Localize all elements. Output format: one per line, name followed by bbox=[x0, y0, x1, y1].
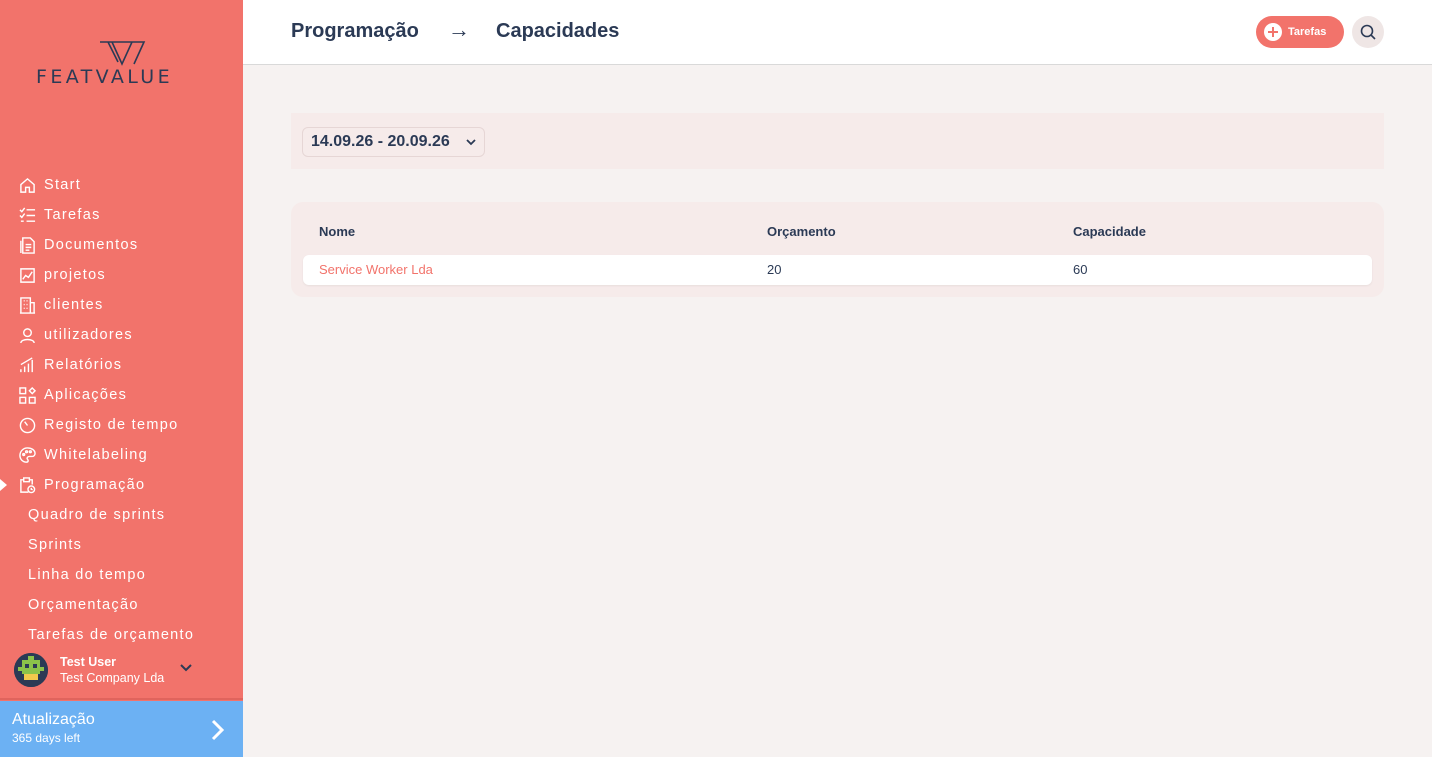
sidebar-item-label: Tarefas bbox=[44, 207, 101, 223]
avatar bbox=[14, 653, 48, 687]
upgrade-banner[interactable]: Atualização 365 days left bbox=[0, 701, 243, 757]
sidebar-item-projetos[interactable]: projetos bbox=[0, 260, 243, 290]
divider bbox=[0, 698, 243, 700]
sidebar-item-label: Aplicações bbox=[44, 387, 128, 403]
date-range-select[interactable]: 14.09.26 - 20.09.26 bbox=[302, 127, 485, 157]
featvalue-logo[interactable]: FEATVALUE bbox=[36, 40, 211, 90]
sidebar-subitem-quadro-de-sprints[interactable]: Quadro de sprints bbox=[0, 500, 243, 530]
sidebar-item-start[interactable]: Start bbox=[0, 170, 243, 200]
sidebar-subitem-linha-do-tempo[interactable]: Linha do tempo bbox=[0, 560, 243, 590]
user-icon bbox=[18, 326, 36, 344]
sidebar-item-label: utilizadores bbox=[44, 327, 133, 343]
palette-icon bbox=[18, 446, 36, 464]
logo-mark-icon bbox=[100, 41, 146, 66]
breadcrumb-programacao[interactable]: Programação bbox=[291, 20, 419, 43]
projects-chart-icon bbox=[18, 266, 36, 284]
task-list-icon bbox=[18, 206, 36, 224]
reports-bars-icon bbox=[18, 356, 36, 374]
sidebar-item-relatorios[interactable]: Relatórios bbox=[0, 350, 243, 380]
building-icon bbox=[18, 296, 36, 314]
pixel-avatar-icon bbox=[14, 653, 48, 687]
column-header-nome[interactable]: Nome bbox=[319, 224, 355, 239]
search-button[interactable] bbox=[1352, 16, 1384, 48]
sidebar-item-clientes[interactable]: clientes bbox=[0, 290, 243, 320]
search-icon bbox=[1360, 24, 1376, 40]
column-header-orcamento[interactable]: Orçamento bbox=[767, 224, 836, 239]
sidebar-item-aplicacoes[interactable]: Aplicações bbox=[0, 380, 243, 410]
sidebar-subitem-tarefas-de-orcamento[interactable]: Tarefas de orçamento bbox=[0, 620, 243, 650]
breadcrumb-arrow: → bbox=[448, 17, 470, 42]
user-name: Test User bbox=[60, 655, 117, 669]
user-company: Test Company Lda bbox=[60, 671, 165, 685]
home-icon bbox=[18, 176, 36, 194]
row-budget: 20 bbox=[767, 262, 782, 277]
sidebar-item-tarefas[interactable]: Tarefas bbox=[0, 200, 243, 230]
upgrade-title: Atualização bbox=[12, 711, 95, 728]
capacities-table: Nome Orçamento Capacidade Service Worker… bbox=[291, 202, 1384, 297]
sidebar-item-whitelabeling[interactable]: Whitelabeling bbox=[0, 440, 243, 470]
sidebar-item-label: Relatórios bbox=[44, 357, 123, 373]
chevron-right-icon bbox=[211, 719, 225, 741]
row-capacity: 60 bbox=[1073, 262, 1088, 277]
sidebar-item-label: projetos bbox=[44, 267, 106, 283]
sidebar-nav: Start Tarefas Documentos projetos client… bbox=[0, 170, 243, 650]
sidebar-subitem-orcamentacao[interactable]: Orçamentação bbox=[0, 590, 243, 620]
top-header: Programação → Capacidades Tarefas bbox=[243, 0, 1432, 65]
sidebar-item-documentos[interactable]: Documentos bbox=[0, 230, 243, 260]
sidebar-item-label: Whitelabeling bbox=[44, 447, 148, 463]
sidebar-item-utilizadores[interactable]: utilizadores bbox=[0, 320, 243, 350]
date-range-value: 14.09.26 - 20.09.26 bbox=[311, 133, 450, 150]
table-row[interactable]: Service Worker Lda 20 60 bbox=[303, 255, 1372, 285]
chevron-down-icon[interactable] bbox=[179, 661, 193, 675]
documents-icon bbox=[18, 236, 36, 254]
timer-icon bbox=[18, 416, 36, 434]
sidebar-item-label: Start bbox=[44, 177, 82, 193]
sidebar: FEATVALUE Start Tarefas Documentos proje… bbox=[0, 0, 243, 757]
apps-grid-icon bbox=[18, 386, 36, 404]
sidebar-item-label: Programação bbox=[44, 477, 146, 493]
upgrade-days-left: 365 days left bbox=[12, 731, 81, 745]
clipboard-clock-icon bbox=[18, 476, 36, 494]
plus-circle-icon bbox=[1264, 23, 1282, 41]
sidebar-item-label: clientes bbox=[44, 297, 104, 313]
sidebar-subitem-sprints[interactable]: Sprints bbox=[0, 530, 243, 560]
row-name-link[interactable]: Service Worker Lda bbox=[319, 262, 433, 277]
column-header-capacidade[interactable]: Capacidade bbox=[1073, 224, 1146, 239]
sidebar-item-programacao[interactable]: Programação bbox=[0, 470, 243, 500]
user-menu[interactable]: Test User Test Company Lda bbox=[14, 652, 234, 688]
chevron-down-icon bbox=[466, 139, 476, 146]
add-task-label: Tarefas bbox=[1288, 26, 1327, 38]
add-task-button[interactable]: Tarefas bbox=[1256, 16, 1344, 48]
page-title: Capacidades bbox=[496, 20, 620, 42]
logo-text: FEATVALUE bbox=[36, 66, 173, 88]
sidebar-item-label: Documentos bbox=[44, 237, 139, 253]
sidebar-item-registo-de-tempo[interactable]: Registo de tempo bbox=[0, 410, 243, 440]
sidebar-item-label: Registo de tempo bbox=[44, 417, 179, 433]
filter-bar: 14.09.26 - 20.09.26 bbox=[291, 113, 1384, 169]
